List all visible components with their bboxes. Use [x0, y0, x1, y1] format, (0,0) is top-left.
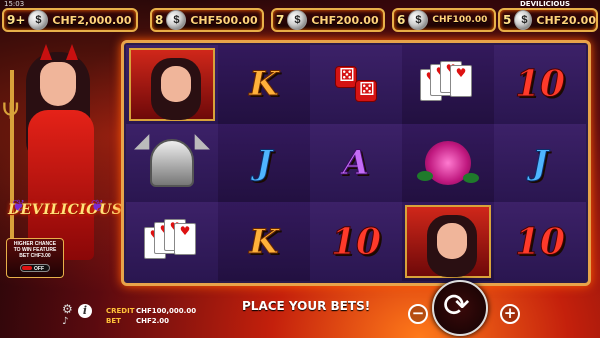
jackpot-count: 7	[276, 13, 285, 27]
reel-cell: 10	[494, 202, 586, 281]
reel-grid: K ♥♥♥♥ 10 ◢ ◣ J A J ♥♥♥♥	[126, 45, 586, 281]
reel-cell: K	[218, 45, 310, 124]
money-ball-icon	[28, 10, 49, 30]
symbol-10: 10	[330, 220, 382, 263]
bat-wing-icon: ◣	[194, 127, 210, 152]
spin-arrows-icon: ⟳	[443, 286, 470, 324]
jackpot-7: 7 CHF200.00	[271, 8, 385, 32]
symbol-k: K	[249, 221, 280, 262]
jackpot-amount: CHF20.00	[536, 13, 596, 27]
reel-cell	[310, 45, 402, 124]
playing-cards-symbol: ♥♥♥♥	[420, 59, 476, 109]
toggle-switch[interactable]: OFF	[20, 264, 50, 272]
reel-cell: J	[218, 123, 310, 203]
money-ball-icon	[166, 10, 187, 30]
jackpot-amount: CHF2,000.00	[52, 13, 132, 27]
reel-cell	[402, 123, 494, 203]
trident-head-icon: Ψ	[2, 100, 20, 125]
reel-cell: ♥♥♥♥	[126, 202, 218, 281]
game-logo: ❦ DEVILICIOUS ❦	[8, 192, 122, 232]
toggle-state: OFF	[34, 266, 44, 272]
reel-cell: 10	[310, 202, 402, 281]
reel-cell: ◢ ◣	[126, 123, 218, 203]
jackpot-5: 5 CHF20.00	[498, 8, 598, 32]
sound-icon[interactable]: ♪	[62, 316, 68, 327]
reel-frame: K ♥♥♥♥ 10 ◢ ◣ J A J ♥♥♥♥	[121, 40, 591, 286]
feature-line: BET CHF3.00	[19, 253, 51, 259]
silver-bell-symbol	[150, 138, 194, 187]
jackpot-amount: CHF200.00	[311, 13, 379, 27]
reel-cell	[126, 45, 218, 124]
bet-label: BET	[106, 317, 121, 325]
symbol-k: K	[249, 64, 280, 105]
symbol-j: J	[255, 142, 273, 183]
jackpot-amount: CHF100.00	[432, 15, 488, 25]
jackpot-6: 6 CHF100.00	[392, 8, 496, 32]
balances: CREDIT CHF100,000.00 BET CHF2.00	[106, 306, 196, 326]
credit-label: CREDIT	[106, 307, 135, 315]
spin-button[interactable]: ⟳	[432, 280, 488, 336]
increase-bet-button[interactable]: +	[500, 304, 520, 324]
bat-wing-icon: ◢	[134, 127, 150, 152]
red-dice-symbol	[331, 62, 381, 106]
settings-gear-icon[interactable]: ⚙	[62, 302, 73, 316]
credit-value: CHF100,000.00	[136, 307, 197, 315]
reel-cell: ♥♥♥♥	[402, 45, 494, 124]
jackpot-count: 5	[503, 13, 512, 27]
jackpot-count: 8	[155, 13, 164, 27]
money-ball-icon	[514, 10, 533, 30]
bet-value: CHF2.00	[136, 317, 170, 325]
reel-cell: J	[494, 123, 586, 203]
horn-icon	[40, 44, 52, 60]
playing-cards-symbol: ♥♥♥♥	[144, 217, 200, 267]
bat-wing-icon: ❦	[90, 198, 104, 215]
symbol-a: A	[342, 142, 370, 183]
jackpot-count: 9+	[7, 13, 26, 27]
clock: 15:03	[4, 0, 25, 8]
money-ball-icon	[287, 10, 308, 30]
bat-wing-icon: ❦	[12, 198, 26, 215]
info-icon[interactable]: i	[78, 304, 92, 318]
decrease-bet-button[interactable]: −	[408, 304, 428, 324]
status-message: PLACE YOUR BETS!	[242, 299, 371, 313]
reel-cell: A	[310, 123, 402, 203]
money-ball-icon	[408, 10, 429, 30]
rose-symbol	[417, 140, 479, 185]
horn-icon	[66, 44, 78, 60]
symbol-j: J	[531, 142, 549, 183]
symbol-10: 10	[514, 63, 566, 106]
reel-cell	[402, 202, 494, 281]
higher-chance-feature-toggle[interactable]: HIGHER CHANCE TO WIN FEATURE BET CHF3.00…	[6, 238, 64, 278]
jackpot-count: 6	[397, 13, 406, 27]
jackpot-8: 8 CHF500.00	[150, 8, 264, 32]
jackpot-9-plus: 9+ CHF2,000.00	[2, 8, 138, 32]
wild-devil-symbol	[405, 205, 491, 278]
reel-cell: 10	[494, 45, 586, 124]
wild-devil-symbol	[129, 48, 215, 121]
game-name: DEVILICIOUS	[520, 0, 571, 8]
symbol-10: 10	[514, 220, 566, 263]
jackpot-amount: CHF500.00	[190, 13, 258, 27]
reel-cell: K	[218, 202, 310, 281]
